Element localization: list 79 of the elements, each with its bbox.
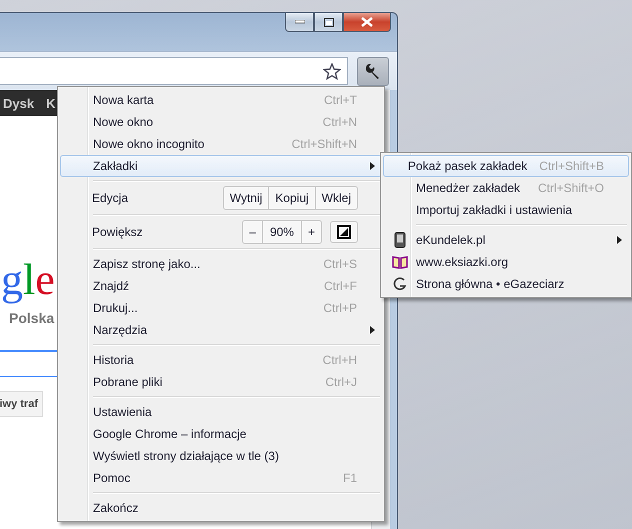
nav-link[interactable]: Dysk bbox=[3, 96, 34, 110]
menu-item[interactable]: Zakładki bbox=[60, 155, 382, 177]
menu-item-label: www.eksiazki.org bbox=[416, 255, 510, 269]
menu-item-label: Drukuj... bbox=[93, 301, 139, 315]
menu-item-label: Google Chrome – informacje bbox=[93, 427, 248, 441]
menu-item-label: Nowe okno incognito bbox=[93, 137, 206, 151]
menu-item[interactable]: Znajdź Ctrl+F bbox=[60, 275, 382, 297]
wrench-button[interactable] bbox=[357, 56, 389, 86]
shortcut-label: Ctrl+J bbox=[325, 375, 357, 389]
menu-item[interactable]: Pokaż pasek zakładek Ctrl+Shift+B bbox=[383, 155, 629, 177]
maximize-button[interactable] bbox=[314, 13, 343, 32]
menu-item-label: Powiększ bbox=[92, 225, 144, 239]
menu-item[interactable]: Drukuj... Ctrl+P bbox=[60, 297, 382, 319]
menu-item[interactable]: Strona główna • eGazeciarz bbox=[383, 273, 629, 295]
menu-item[interactable]: Wyświetl strony działające w tle (3) bbox=[60, 445, 382, 467]
menu-item[interactable]: Zakończ bbox=[60, 497, 382, 519]
edit-button[interactable]: Kopiuj bbox=[269, 187, 316, 209]
shortcut-label: Ctrl+Shift+N bbox=[292, 137, 357, 151]
shortcut-label: Ctrl+N bbox=[322, 115, 357, 129]
menu-item-label: Strona główna • eGazeciarz bbox=[416, 277, 566, 291]
menu-item[interactable]: Importuj zakładki i ustawienia bbox=[383, 199, 629, 221]
zoom-in-button[interactable]: + bbox=[302, 221, 321, 243]
shortcut-label: Ctrl+T bbox=[324, 93, 357, 107]
close-button[interactable] bbox=[343, 13, 391, 32]
edit-button[interactable]: Wytnij bbox=[224, 187, 270, 209]
menu-item-label: eKundelek.pl bbox=[416, 233, 486, 247]
nav-link[interactable]: K bbox=[46, 96, 56, 110]
zoom-out-button[interactable]: – bbox=[243, 221, 263, 243]
menu-item[interactable]: Pobrane pliki Ctrl+J bbox=[60, 371, 382, 393]
menu-item[interactable]: Nowa karta Ctrl+T bbox=[60, 89, 382, 111]
menu-item[interactable]: Menedżer zakładek Ctrl+Shift+O bbox=[383, 177, 629, 199]
fullscreen-icon bbox=[337, 225, 351, 239]
logo-subtitle: Polska bbox=[8, 310, 56, 326]
minimize-button[interactable] bbox=[285, 13, 314, 32]
menu-item[interactable]: Pomoc F1 bbox=[60, 467, 382, 489]
shortcut-label: Ctrl+Shift+B bbox=[539, 159, 604, 173]
menu-item-label: Nowa karta bbox=[93, 93, 155, 107]
menu-item[interactable]: www.eksiazki.org bbox=[383, 251, 629, 273]
menu-item[interactable]: Zapisz stronę jako... Ctrl+S bbox=[60, 253, 382, 275]
shortcut-label: F1 bbox=[342, 471, 357, 485]
menu-item[interactable]: Historia Ctrl+H bbox=[60, 349, 382, 371]
open-book-icon bbox=[392, 255, 408, 269]
menu-item-label: Menedżer zakładek bbox=[416, 181, 522, 195]
shortcut-label: Ctrl+Shift+O bbox=[538, 181, 604, 195]
menu-item-label: Znajdź bbox=[93, 279, 130, 293]
menu-item-label: Zakładki bbox=[93, 159, 139, 173]
menu-item-label: Narzędzia bbox=[93, 323, 148, 337]
menu-item[interactable]: Nowe okno Ctrl+N bbox=[60, 111, 382, 133]
close-icon bbox=[361, 17, 373, 27]
fullscreen-button[interactable] bbox=[330, 221, 358, 243]
menu-item-label: Pokaż pasek zakładek bbox=[408, 159, 528, 173]
shortcut-label: Ctrl+H bbox=[322, 353, 357, 367]
menu-item-label: Pomoc bbox=[93, 471, 132, 485]
menu-item[interactable]: eKundelek.pl bbox=[383, 229, 629, 251]
menu-item-label: Pobrane pliki bbox=[93, 375, 164, 389]
letter-g-icon bbox=[393, 277, 407, 291]
menu-item-label: Edycja bbox=[92, 191, 130, 205]
search-button[interactable]: iwy traf bbox=[0, 391, 43, 417]
menu-item-label: Historia bbox=[93, 353, 135, 367]
menu-item[interactable]: Ustawienia bbox=[60, 401, 382, 423]
edit-button[interactable]: Wklej bbox=[316, 187, 357, 209]
zoom-value: 90% bbox=[262, 221, 302, 243]
menu-item[interactable]: Narzędzia bbox=[60, 319, 382, 341]
menu-item-label: Ustawienia bbox=[93, 405, 153, 419]
menu-item-label: Zakończ bbox=[93, 501, 140, 515]
menu-item-label: Wyświetl strony działające w tle (3) bbox=[93, 449, 280, 463]
shortcut-label: Ctrl+F bbox=[324, 279, 357, 293]
menu-item-label: Importuj zakładki i ustawienia bbox=[416, 203, 574, 217]
shortcut-label: Ctrl+P bbox=[323, 301, 357, 315]
maximize-icon bbox=[324, 18, 334, 26]
ebook-reader-icon bbox=[394, 232, 406, 248]
menu-item[interactable]: Google Chrome – informacje bbox=[60, 423, 382, 445]
shortcut-label: Ctrl+S bbox=[323, 257, 357, 271]
menu-item[interactable]: Nowe okno incognito Ctrl+Shift+N bbox=[60, 133, 382, 155]
menu-item-label: Zapisz stronę jako... bbox=[93, 257, 202, 271]
minimize-icon bbox=[294, 20, 304, 24]
menu-item-label: Nowe okno bbox=[93, 115, 154, 129]
star-icon[interactable] bbox=[323, 62, 341, 80]
logo: gle bbox=[0, 254, 55, 306]
